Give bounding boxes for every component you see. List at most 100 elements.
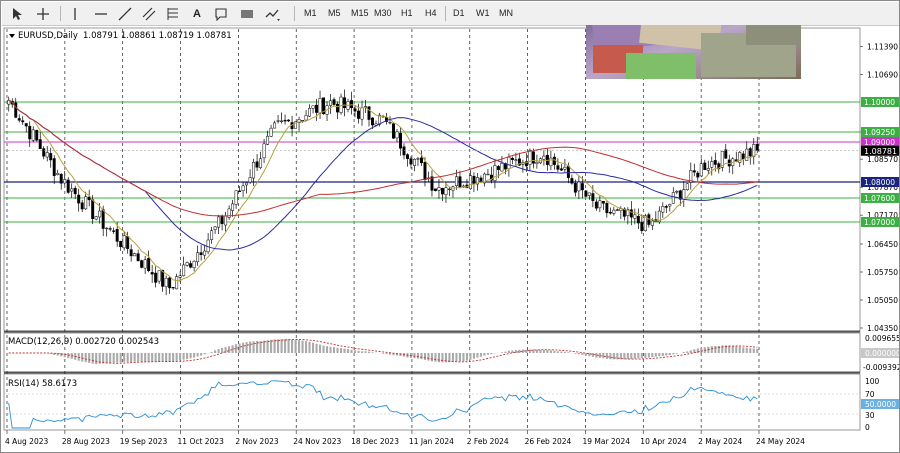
time-axis: 4 Aug 2023 28 Aug 2023 19 Sep 2023 11 Oct 2… xyxy=(5,430,805,446)
candle-body xyxy=(287,119,291,122)
candle-body xyxy=(710,161,714,168)
candle-body xyxy=(741,153,745,160)
candle-body xyxy=(584,190,588,197)
date-tick-label: 19 Sep 2023 xyxy=(120,437,168,446)
candle-body xyxy=(752,144,756,157)
candle-body xyxy=(437,187,441,191)
candle-body xyxy=(189,263,193,268)
candle-body xyxy=(510,157,514,160)
candle-body xyxy=(182,264,186,276)
crosshair-icon[interactable] xyxy=(32,5,54,22)
date-tick-label: 28 Aug 2023 xyxy=(62,437,110,446)
candle-body xyxy=(122,235,126,249)
candle-body xyxy=(133,253,137,257)
candle-body xyxy=(101,209,105,229)
timeframe-m30[interactable]: M30 xyxy=(371,5,395,22)
rsi-tick-70: 70 xyxy=(865,390,875,399)
candle-body xyxy=(566,165,570,178)
candle-body xyxy=(531,151,535,164)
timeframe-mn[interactable]: MN xyxy=(496,5,516,22)
candle-body xyxy=(399,132,402,149)
candle-body xyxy=(640,222,644,232)
cursor-icon[interactable] xyxy=(6,5,28,22)
candle-body xyxy=(87,196,91,201)
candle-body xyxy=(416,158,420,160)
candle-body xyxy=(549,157,553,167)
candle-body xyxy=(577,181,581,192)
price-tick-label: 1.04350 xyxy=(867,324,898,333)
timeframe-h4[interactable]: H4 xyxy=(422,5,440,22)
chart-area[interactable]: 1.113901.106901.092501.085701.078701.071… xyxy=(1,25,899,452)
channel-icon[interactable] xyxy=(138,5,160,22)
timeframe-m15[interactable]: M15 xyxy=(348,5,372,22)
candle-body xyxy=(231,203,235,211)
rsi-line xyxy=(8,380,758,429)
timeframe-w1[interactable]: W1 xyxy=(473,5,493,22)
candle-body xyxy=(56,173,60,175)
price-tick-label: 1.06450 xyxy=(867,240,898,249)
price-tick-label: 1.08570 xyxy=(867,155,898,164)
candle-body xyxy=(447,188,451,191)
candle-body xyxy=(248,177,252,183)
candle-body xyxy=(692,170,696,173)
candle-body xyxy=(94,216,98,220)
candle-body xyxy=(42,148,46,157)
candle-body xyxy=(108,228,112,230)
candle-body xyxy=(472,175,476,185)
level-tag-label: 1.10000 xyxy=(864,98,895,107)
candle-body xyxy=(423,162,427,181)
candle-body xyxy=(21,120,25,123)
candle-body xyxy=(143,259,147,269)
candle-body xyxy=(357,110,360,119)
candle-body xyxy=(171,286,175,289)
candle-body xyxy=(682,189,686,200)
horizontal-line-icon[interactable] xyxy=(90,5,112,22)
vertical-line-icon[interactable] xyxy=(64,5,86,22)
candle-body xyxy=(598,200,602,209)
candle-body xyxy=(311,105,315,109)
candle-body xyxy=(633,214,637,219)
candle-body xyxy=(175,276,179,290)
text-tool-button[interactable]: A xyxy=(186,5,208,22)
candle-body xyxy=(360,107,364,120)
date-tick-label: 24 May 2024 xyxy=(756,437,805,446)
date-tick-label: 11 Jan 2024 xyxy=(409,437,454,446)
candle-body xyxy=(245,182,249,186)
price-tick-label: 1.05750 xyxy=(867,268,898,277)
candle-body xyxy=(63,179,67,184)
candle-body xyxy=(696,172,700,178)
candle-body xyxy=(119,241,123,248)
fibonacci-icon[interactable] xyxy=(162,5,184,22)
candles xyxy=(7,89,759,296)
timeframe-d1[interactable]: D1 xyxy=(450,5,468,22)
candle-body xyxy=(91,199,95,220)
label-icon[interactable] xyxy=(210,5,232,22)
candle-body xyxy=(35,129,39,141)
candle-body xyxy=(329,100,333,106)
candle-body xyxy=(210,230,214,240)
symbol-label: EURUSD,Daily xyxy=(18,31,78,41)
candle-body xyxy=(601,201,605,204)
rectangle-icon[interactable] xyxy=(236,5,258,22)
timeframe-m1[interactable]: M1 xyxy=(301,5,320,22)
candle-body xyxy=(420,157,423,164)
candle-body xyxy=(444,187,448,196)
candle-body xyxy=(724,149,728,159)
rsi-tick-0: 0 xyxy=(865,423,870,432)
candle-body xyxy=(234,190,238,205)
price-tick-label: 1.10690 xyxy=(867,70,898,79)
candle-body xyxy=(559,168,563,171)
trendline-icon[interactable] xyxy=(114,5,136,22)
candle-body xyxy=(147,258,151,271)
candle-body xyxy=(650,220,654,226)
candle-body xyxy=(136,253,140,262)
timeframe-m5[interactable]: M5 xyxy=(325,5,344,22)
price-axis: 1.113901.106901.092501.085701.078701.071… xyxy=(860,42,898,333)
candle-body xyxy=(413,159,416,166)
shapes-icon[interactable] xyxy=(262,5,284,22)
candle-body xyxy=(406,154,409,159)
price-tick-label: 1.11390 xyxy=(867,42,898,51)
candle-body xyxy=(241,185,245,191)
timeframe-h1[interactable]: H1 xyxy=(398,5,416,22)
candle-body xyxy=(675,191,679,193)
